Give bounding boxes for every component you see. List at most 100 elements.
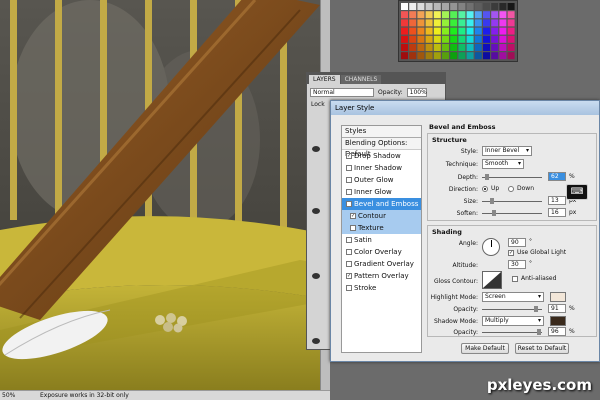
- tab-layers[interactable]: LAYERS: [309, 75, 340, 84]
- color-swatch[interactable]: [499, 19, 507, 27]
- color-swatch[interactable]: [433, 52, 441, 60]
- depth-field[interactable]: 62: [548, 172, 566, 181]
- color-swatch[interactable]: [474, 11, 482, 19]
- color-swatch[interactable]: [417, 35, 425, 43]
- shadow-opacity-slider[interactable]: [482, 329, 542, 335]
- color-swatch[interactable]: [409, 3, 417, 10]
- color-swatch[interactable]: [425, 35, 433, 43]
- color-swatch[interactable]: [401, 52, 408, 60]
- color-swatch[interactable]: [409, 27, 417, 35]
- effect-checkbox[interactable]: [350, 225, 356, 231]
- color-swatch[interactable]: [507, 27, 515, 35]
- color-swatch[interactable]: [491, 35, 499, 43]
- color-swatch[interactable]: [442, 35, 449, 43]
- opacity-field[interactable]: 100%: [406, 87, 427, 97]
- color-swatch[interactable]: [433, 27, 441, 35]
- effect-item[interactable]: Texture: [342, 222, 421, 234]
- color-swatch[interactable]: [466, 35, 474, 43]
- effect-checkbox[interactable]: [346, 165, 352, 171]
- color-swatch[interactable]: [483, 3, 490, 10]
- effect-checkbox[interactable]: [346, 177, 352, 183]
- make-default-button[interactable]: Make Default: [461, 343, 509, 354]
- effect-checkbox[interactable]: [346, 237, 352, 243]
- color-swatch[interactable]: [450, 35, 458, 43]
- direction-up-radio[interactable]: [482, 186, 488, 192]
- color-swatch[interactable]: [491, 52, 499, 60]
- color-swatch[interactable]: [507, 11, 515, 19]
- color-swatch[interactable]: [450, 3, 458, 10]
- effect-item[interactable]: ✓ Drop Shadow: [342, 150, 421, 162]
- effect-item[interactable]: Inner Glow: [342, 186, 421, 198]
- color-swatch[interactable]: [442, 19, 449, 27]
- color-swatch[interactable]: [507, 52, 515, 60]
- effect-checkbox[interactable]: ✓: [346, 153, 352, 159]
- angle-field[interactable]: 90: [508, 238, 526, 247]
- eye-icon[interactable]: [312, 208, 320, 214]
- size-field[interactable]: 13: [548, 196, 566, 205]
- effect-checkbox[interactable]: ✓: [350, 213, 356, 219]
- effect-checkbox[interactable]: ✓: [346, 273, 352, 279]
- color-swatch[interactable]: [507, 19, 515, 27]
- color-swatch[interactable]: [474, 44, 482, 51]
- effect-item[interactable]: ✓ Pattern Overlay: [342, 270, 421, 282]
- color-swatch[interactable]: [425, 3, 433, 10]
- color-swatch[interactable]: [507, 3, 515, 10]
- color-swatch[interactable]: [466, 52, 474, 60]
- effect-item[interactable]: Stroke: [342, 282, 421, 294]
- color-swatch[interactable]: [507, 44, 515, 51]
- color-swatch[interactable]: [483, 44, 490, 51]
- angle-dial[interactable]: [482, 238, 500, 256]
- effect-item[interactable]: Inner Shadow: [342, 162, 421, 174]
- color-swatch[interactable]: [499, 27, 507, 35]
- color-swatch[interactable]: [401, 11, 408, 19]
- document-canvas[interactable]: [0, 0, 330, 390]
- effect-item[interactable]: Satin: [342, 234, 421, 246]
- color-swatch[interactable]: [442, 3, 449, 10]
- use-global-light-checkbox[interactable]: ✓: [508, 250, 514, 256]
- swatch-grid[interactable]: [399, 1, 517, 61]
- color-swatch[interactable]: [458, 19, 466, 27]
- color-swatch[interactable]: [433, 11, 441, 19]
- effect-item[interactable]: Gradient Overlay: [342, 258, 421, 270]
- swatches-panel[interactable]: [398, 0, 518, 62]
- color-swatch[interactable]: [499, 11, 507, 19]
- color-swatch[interactable]: [425, 52, 433, 60]
- eye-icon[interactable]: [312, 338, 320, 344]
- color-swatch[interactable]: [474, 3, 482, 10]
- direction-down-radio[interactable]: [508, 186, 514, 192]
- reset-to-default-button[interactable]: Reset to Default: [515, 343, 569, 354]
- color-swatch[interactable]: [499, 3, 507, 10]
- color-swatch[interactable]: [401, 3, 408, 10]
- color-swatch[interactable]: [442, 44, 449, 51]
- effect-item[interactable]: ✓ Bevel and Emboss: [342, 198, 421, 210]
- color-swatch[interactable]: [499, 44, 507, 51]
- gloss-contour-picker[interactable]: [482, 271, 502, 289]
- color-swatch[interactable]: [474, 52, 482, 60]
- color-swatch[interactable]: [474, 19, 482, 27]
- effect-checkbox[interactable]: [346, 261, 352, 267]
- highlight-mode-select[interactable]: Screen: [482, 292, 544, 302]
- color-swatch[interactable]: [401, 35, 408, 43]
- altitude-field[interactable]: 30: [508, 260, 526, 269]
- color-swatch[interactable]: [483, 27, 490, 35]
- color-swatch[interactable]: [417, 19, 425, 27]
- highlight-color-swatch[interactable]: [550, 292, 566, 302]
- color-swatch[interactable]: [409, 11, 417, 19]
- effect-checkbox[interactable]: ✓: [346, 201, 352, 207]
- layer-style-dialog[interactable]: Layer Style Styles Blending Options: Def…: [330, 100, 600, 362]
- color-swatch[interactable]: [499, 52, 507, 60]
- color-swatch[interactable]: [499, 35, 507, 43]
- color-swatch[interactable]: [401, 19, 408, 27]
- color-swatch[interactable]: [458, 3, 466, 10]
- eye-icon[interactable]: [312, 273, 320, 279]
- color-swatch[interactable]: [417, 11, 425, 19]
- color-swatch[interactable]: [450, 11, 458, 19]
- color-swatch[interactable]: [458, 27, 466, 35]
- color-swatch[interactable]: [401, 44, 408, 51]
- color-swatch[interactable]: [466, 44, 474, 51]
- soften-field[interactable]: 16: [548, 208, 566, 217]
- shadow-opacity-field[interactable]: 96: [548, 327, 566, 336]
- color-swatch[interactable]: [491, 44, 499, 51]
- color-swatch[interactable]: [433, 19, 441, 27]
- depth-slider[interactable]: [482, 174, 542, 180]
